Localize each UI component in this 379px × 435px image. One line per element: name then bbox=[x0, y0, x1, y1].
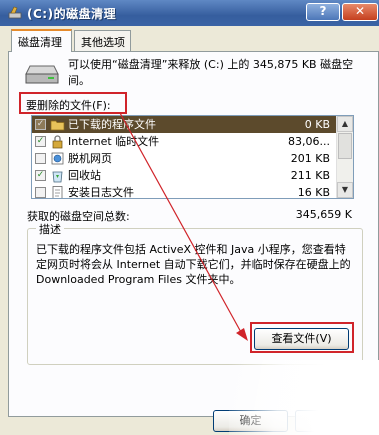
files-list[interactable]: ✓ 已下载的程序文件 0 KB ✓ Internet 临时文件 83,06...… bbox=[31, 115, 354, 199]
list-item[interactable]: ✓ 已下载的程序文件 0 KB bbox=[32, 116, 338, 133]
window-title: (C:)的磁盘清理 bbox=[27, 7, 117, 21]
checkbox[interactable] bbox=[35, 153, 46, 164]
file-name: Internet 临时文件 bbox=[68, 135, 160, 148]
file-size: 83,06... bbox=[288, 135, 330, 148]
drive-icon bbox=[25, 65, 59, 84]
checkbox[interactable]: ✓ bbox=[35, 119, 46, 130]
disk-cleanup-window: (C:)的磁盘清理 ? ✕ 磁盘清理 其他选项 可以使用“磁盘清理”来释放 (C… bbox=[0, 0, 379, 435]
help-button[interactable]: ? bbox=[306, 3, 340, 21]
disk-cleanup-icon bbox=[8, 6, 22, 19]
list-item[interactable]: ✓ Internet 临时文件 83,06... bbox=[32, 133, 338, 150]
folder-icon bbox=[50, 120, 65, 131]
file-size: 211 KB bbox=[290, 169, 330, 182]
checkbox[interactable] bbox=[35, 187, 46, 198]
file-size: 0 KB bbox=[304, 118, 330, 131]
close-button[interactable]: ✕ bbox=[342, 3, 378, 21]
checkbox[interactable]: ✓ bbox=[35, 136, 46, 147]
tab-more-options[interactable]: 其他选项 bbox=[74, 30, 131, 51]
ok-button[interactable]: 确定 bbox=[213, 410, 288, 432]
scroll-down-icon[interactable]: ▼ bbox=[337, 182, 353, 198]
file-name: 安装日志文件 bbox=[68, 186, 134, 199]
list-item[interactable]: ✓ 回收站 211 KB bbox=[32, 167, 338, 184]
files-to-delete-label: 要删除的文件(F): bbox=[26, 99, 111, 112]
scroll-up-icon[interactable]: ▲ bbox=[337, 116, 353, 132]
scroll-thumb[interactable] bbox=[338, 133, 352, 159]
cancel-button[interactable]: 取消 bbox=[295, 410, 370, 432]
lock-icon bbox=[52, 135, 63, 149]
view-files-button[interactable]: 查看文件(V) bbox=[254, 328, 349, 350]
checkbox[interactable]: ✓ bbox=[35, 170, 46, 181]
file-size: 16 KB bbox=[297, 186, 330, 199]
file-name: 回收站 bbox=[68, 169, 101, 182]
offline-page-icon bbox=[51, 152, 64, 165]
list-item[interactable]: 脱机网页 201 KB bbox=[32, 150, 338, 167]
list-scrollbar[interactable]: ▲ ▼ bbox=[336, 116, 353, 198]
description-title: 描述 bbox=[36, 221, 64, 237]
summary-text: 可以使用“磁盘清理”来释放 (C:) 上的 345,875 KB 磁盘空间。 bbox=[68, 58, 354, 87]
log-file-icon bbox=[52, 186, 63, 198]
list-item[interactable]: 安装日志文件 16 KB bbox=[32, 184, 338, 199]
file-name: 已下载的程序文件 bbox=[68, 118, 156, 131]
recycle-bin-icon bbox=[52, 171, 63, 183]
description-text: 已下载的程序文件包括 ActiveX 控件和 Java 小程序，您查看特定网页时… bbox=[36, 243, 351, 286]
file-name: 脱机网页 bbox=[68, 152, 112, 165]
space-gained-value: 345,659 K bbox=[295, 208, 352, 221]
title-bar[interactable]: (C:)的磁盘清理 ? ✕ bbox=[0, 0, 379, 26]
tab-disk-cleanup[interactable]: 磁盘清理 bbox=[11, 29, 72, 52]
file-size: 201 KB bbox=[290, 152, 330, 165]
